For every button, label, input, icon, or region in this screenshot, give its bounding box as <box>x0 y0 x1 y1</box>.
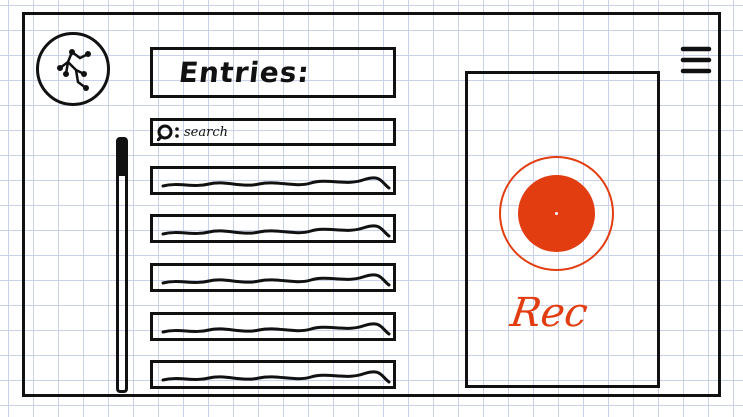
hamburger-menu-icon <box>680 46 712 74</box>
scribble-placeholder <box>161 176 391 190</box>
page-title: Entries: <box>177 56 312 89</box>
record-label: Rec <box>507 290 591 336</box>
scribble-placeholder <box>161 322 391 336</box>
scrollbar-thumb[interactable] <box>119 140 125 176</box>
scribble-placeholder <box>161 224 391 238</box>
list-scrollbar[interactable] <box>116 137 128 393</box>
list-item[interactable] <box>150 263 396 292</box>
record-button[interactable] <box>499 156 614 271</box>
list-item[interactable] <box>150 166 396 195</box>
list-item[interactable] <box>150 312 396 341</box>
search-input[interactable] <box>184 124 374 140</box>
app-logo <box>36 32 110 106</box>
list-item[interactable] <box>150 214 396 243</box>
record-icon <box>518 175 595 252</box>
scribble-placeholder <box>161 273 391 287</box>
search-bar[interactable] <box>150 118 396 146</box>
menu-button[interactable] <box>680 45 712 75</box>
magnifier-icon <box>157 124 179 141</box>
node-tree-icon <box>57 49 91 91</box>
entries-header: Entries: <box>150 47 396 98</box>
list-item[interactable] <box>150 360 396 389</box>
scribble-placeholder <box>161 370 391 384</box>
